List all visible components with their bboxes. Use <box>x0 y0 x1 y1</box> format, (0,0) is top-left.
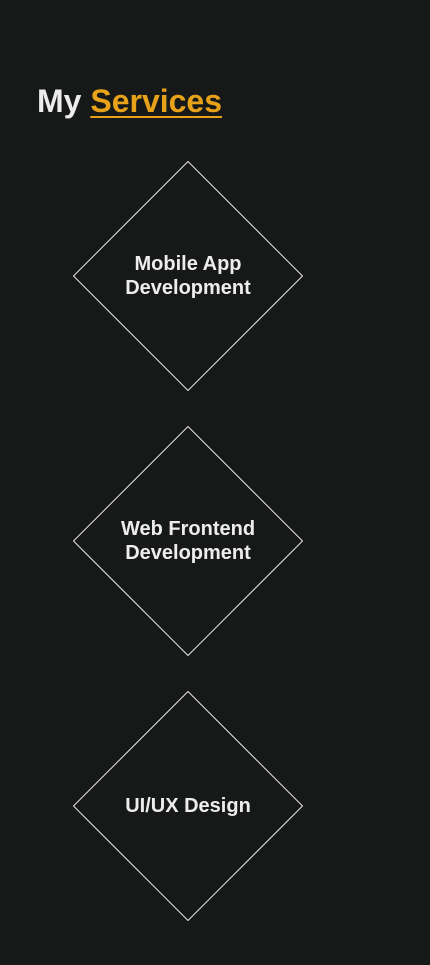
service-label: UI/UX Design <box>125 795 251 817</box>
section-title-accent: Services <box>90 83 223 119</box>
service-label: Mobile App Development <box>125 253 251 299</box>
service-card-web-frontend[interactable]: Web Frontend Development <box>73 426 303 656</box>
service-card-ui-ux[interactable]: UI/UX Design <box>73 691 303 921</box>
section-title-prefix: My <box>37 83 82 119</box>
service-label: Web Frontend Development <box>120 518 256 564</box>
service-card-mobile-app[interactable]: Mobile App Development <box>73 161 303 391</box>
section-title: My Services <box>37 81 222 121</box>
